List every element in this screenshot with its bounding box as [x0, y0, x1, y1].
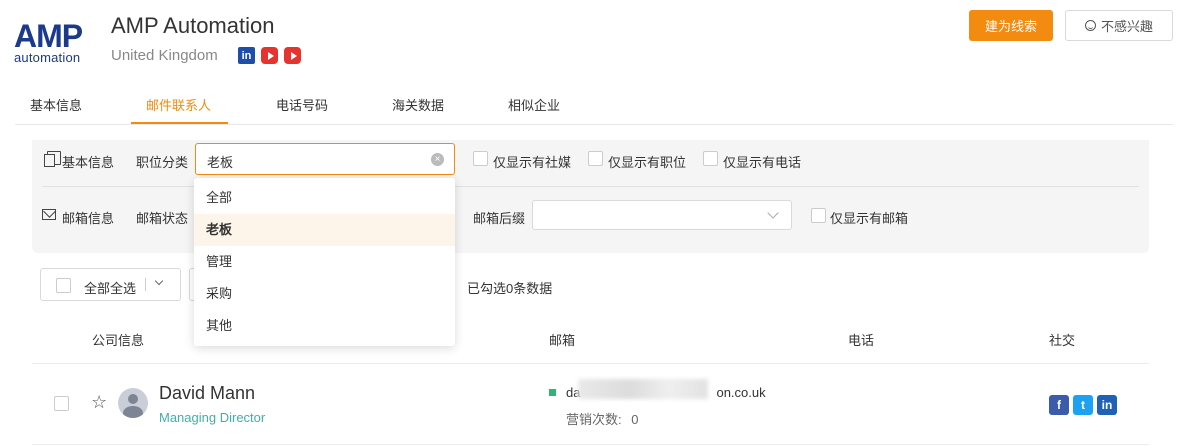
tab-bar: 基本信息 邮件联系人 电话号码 海关数据 相似企业: [15, 84, 1173, 125]
only-position-label[interactable]: 仅显示有职位: [608, 152, 686, 171]
position-select-value: 老板: [207, 155, 234, 170]
dropdown-option-other[interactable]: 其他: [194, 310, 455, 342]
chevron-down-icon: [767, 207, 779, 219]
company-logo: AMP automation: [14, 20, 92, 66]
company-socials: in: [238, 47, 301, 64]
row-checkbox[interactable]: [54, 396, 69, 411]
not-interested-button[interactable]: 不感兴趣: [1065, 10, 1173, 41]
email-blur-mask: [578, 379, 708, 399]
linkedin-icon[interactable]: in: [238, 47, 255, 64]
company-country: United Kingdom: [111, 47, 218, 64]
logo-text: AMP: [14, 18, 83, 54]
select-all-checkbox[interactable]: [56, 278, 71, 293]
header-phone: 电话: [848, 333, 875, 348]
create-lead-button[interactable]: 建为线索: [969, 10, 1053, 41]
position-dropdown: 全部 老板 管理 采购 其他: [194, 178, 455, 346]
tab-similar-companies[interactable]: 相似企业: [508, 95, 560, 114]
star-icon[interactable]: ☆: [91, 393, 107, 411]
header-social: 社交: [1049, 333, 1076, 348]
basic-info-label: 基本信息: [62, 155, 115, 170]
only-email-checkbox[interactable]: [811, 208, 826, 223]
email-status-indicator: [549, 389, 556, 396]
linkedin-icon[interactable]: in: [1097, 395, 1117, 415]
avatar: [118, 388, 148, 418]
divider: [145, 278, 146, 291]
tab-phone-numbers[interactable]: 电话号码: [276, 95, 328, 114]
position-label: 职位分类: [136, 155, 189, 170]
not-interested-label: 不感兴趣: [1100, 19, 1153, 34]
mailbox-status-label: 邮箱状态: [136, 211, 189, 226]
only-social-label[interactable]: 仅显示有社媒: [493, 152, 571, 171]
only-email-label[interactable]: 仅显示有邮箱: [830, 208, 908, 227]
contact-name[interactable]: David Mann: [159, 383, 255, 404]
mailbox-suffix-select[interactable]: [532, 200, 792, 230]
mail-icon: [42, 209, 56, 220]
dropdown-option-management[interactable]: 管理: [194, 246, 455, 278]
only-social-checkbox[interactable]: [473, 151, 488, 166]
youtube-icon[interactable]: [261, 47, 278, 64]
youtube-icon[interactable]: [284, 47, 301, 64]
only-position-checkbox[interactable]: [588, 151, 603, 166]
contact-title: Managing Director: [159, 410, 266, 425]
selected-count: 已勾选0条数据: [467, 281, 553, 296]
tab-email-contacts[interactable]: 邮件联系人: [146, 95, 211, 114]
tab-basic-info[interactable]: 基本信息: [30, 95, 82, 114]
header-email: 邮箱: [549, 333, 576, 348]
campaign-count: 营销次数: 0: [566, 409, 638, 428]
campaign-label: 营销次数:: [566, 412, 622, 427]
tab-customs-data[interactable]: 海关数据: [392, 95, 444, 114]
row-divider: [32, 444, 1149, 445]
position-select[interactable]: 老板 ×: [195, 143, 455, 175]
twitter-icon[interactable]: t: [1073, 395, 1093, 415]
select-all-dropdown[interactable]: 全部全选: [40, 268, 181, 301]
header-company-info: 公司信息: [92, 333, 145, 348]
dropdown-option-all[interactable]: 全部: [194, 182, 455, 214]
email-end: on.co.uk: [716, 385, 766, 400]
clear-icon[interactable]: ×: [431, 153, 444, 166]
facebook-icon[interactable]: f: [1049, 395, 1069, 415]
logo-subtext: automation: [14, 50, 81, 65]
only-phone-label[interactable]: 仅显示有电话: [723, 152, 801, 171]
mailbox-suffix-label: 邮箱后缀: [473, 211, 526, 226]
company-name: AMP Automation: [111, 13, 275, 38]
mailbox-info-label: 邮箱信息: [62, 211, 115, 226]
document-icon: [44, 151, 61, 167]
dropdown-option-purchasing[interactable]: 采购: [194, 278, 455, 310]
select-all-label: 全部全选: [84, 281, 137, 296]
chevron-down-icon: [154, 276, 164, 286]
table-divider: [32, 363, 1149, 364]
only-phone-checkbox[interactable]: [703, 151, 718, 166]
dropdown-option-boss[interactable]: 老板: [194, 214, 455, 246]
contact-socials: f t in: [1049, 395, 1117, 415]
active-tab-indicator: [131, 122, 228, 124]
face-icon: [1084, 20, 1096, 31]
campaign-value: 0: [631, 412, 639, 427]
